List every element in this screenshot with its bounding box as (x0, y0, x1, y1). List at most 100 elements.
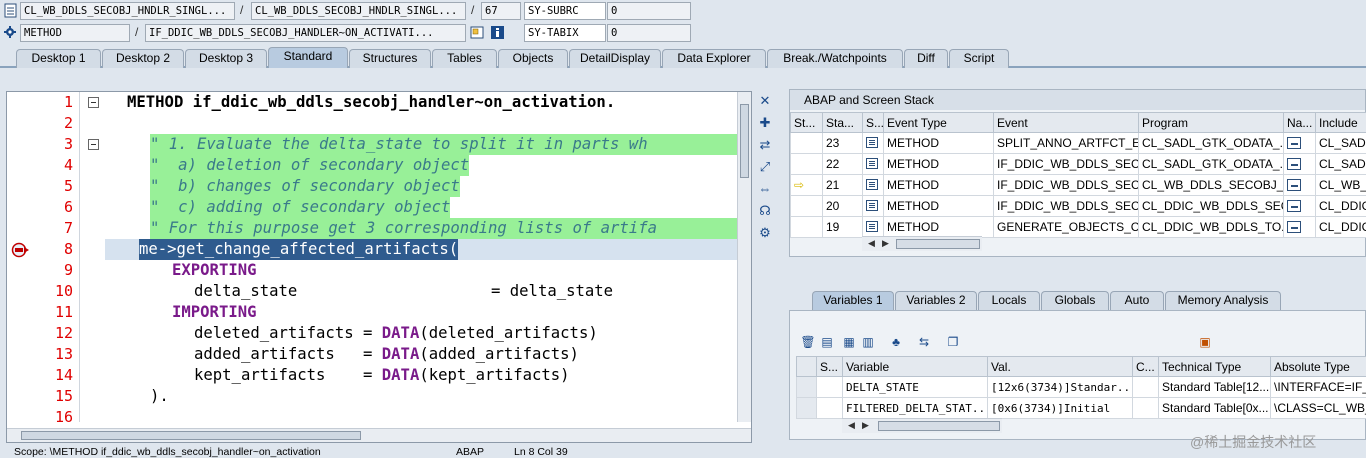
value-cell[interactable]: [0x6(3734)]Initial (987, 397, 1133, 419)
swap-icon[interactable]: ⇄ (757, 137, 773, 153)
tab-desktop-2[interactable]: Desktop 2 (102, 49, 184, 68)
row-selector[interactable] (796, 397, 817, 419)
tab-diff[interactable]: Diff (904, 49, 948, 68)
table-row[interactable]: 22 METHOD IF_DDIC_WB_DDLS_SEC... CL_SADL… (790, 153, 1366, 175)
column-header[interactable]: Event Type (883, 112, 994, 133)
scroll-left-icon[interactable]: ◀ (868, 238, 875, 249)
tab-detail-display[interactable]: DetailDisplay (569, 49, 661, 68)
nav-cell[interactable] (1283, 216, 1316, 238)
variable-name-cell[interactable]: FILTERED_DELTA_STAT... (842, 397, 988, 419)
scroll-thumb[interactable] (21, 431, 361, 440)
navigate-icon[interactable] (1287, 137, 1301, 149)
table-row[interactable]: ⇨ 21 METHOD IF_DDIC_WB_DDLS_SEC... CL_WB… (790, 174, 1366, 196)
table-row[interactable]: 19 METHOD GENERATE_OBJECTS_C... CL_DDIC_… (790, 216, 1366, 238)
breakpoint-icon[interactable] (11, 242, 31, 258)
column-header[interactable]: Technical Type (1158, 356, 1271, 377)
services-icon[interactable]: ⚙ (757, 225, 773, 241)
column-header[interactable]: St... (790, 112, 823, 133)
tab-objects[interactable]: Objects (498, 49, 568, 68)
navigate-icon[interactable] (1287, 200, 1301, 212)
fold-toggle[interactable] (88, 139, 99, 150)
table-row[interactable]: 20 METHOD IF_DDIC_WB_DDLS_SEC... CL_DDIC… (790, 195, 1366, 217)
display-icon[interactable] (470, 25, 485, 40)
value-cell[interactable]: [12x6(3734)]Standar... (987, 376, 1133, 398)
tab-memory-analysis[interactable]: Memory Analysis (1165, 291, 1281, 310)
column-header[interactable]: Sta... (822, 112, 863, 133)
column-header[interactable]: Include (1315, 112, 1366, 133)
stack-horizontal-scrollbar[interactable]: ◀ ▶ (862, 236, 982, 251)
detail-icon[interactable]: ▤ (819, 334, 835, 350)
navigate-icon[interactable] (1287, 158, 1301, 170)
source-code-editor[interactable]: 1 2 3 4 5 6 7 8 9 10 11 12 13 14 15 16 M… (6, 91, 752, 443)
editor-vertical-scrollbar[interactable] (737, 92, 751, 422)
scroll-thumb[interactable] (878, 421, 1000, 431)
info-icon[interactable] (490, 25, 505, 40)
line-field[interactable]: 67 (481, 2, 521, 20)
tab-variables-1[interactable]: Variables 1 (812, 291, 894, 310)
insert-icon[interactable]: ▦ (841, 334, 857, 350)
program-field[interactable]: CL_WB_DDLS_SECOBJ_HNDLR_SINGL... (20, 2, 235, 20)
var-value-field-1[interactable]: 0 (607, 2, 691, 20)
tab-auto[interactable]: Auto (1110, 291, 1164, 310)
column-header[interactable]: S... (862, 112, 884, 133)
column-header[interactable]: C... (1132, 356, 1159, 377)
scroll-right-icon[interactable]: ▶ (882, 238, 889, 249)
event-field[interactable]: IF_DDIC_WB_DDLS_SECOBJ_HANDLER~ON_ACTIVA… (145, 24, 466, 42)
column-header[interactable]: Absolute Type (1270, 356, 1366, 377)
maximize-icon[interactable]: ⤢ (757, 159, 773, 175)
nav-cell[interactable] (1283, 174, 1316, 196)
scroll-thumb[interactable] (740, 104, 749, 178)
event-type-field[interactable]: METHOD (20, 24, 130, 42)
copy-icon[interactable]: ❐ (945, 334, 961, 350)
tree-icon[interactable]: ♣ (888, 334, 904, 350)
tab-data-explorer[interactable]: Data Explorer (662, 49, 766, 68)
tab-globals[interactable]: Globals (1041, 291, 1109, 310)
tab-locals[interactable]: Locals (978, 291, 1040, 310)
var-name-field-1[interactable]: SY-SUBRC (524, 2, 606, 20)
column-header[interactable]: Variable (842, 356, 988, 377)
tab-standard[interactable]: Standard (268, 47, 348, 68)
table-row[interactable]: 23 METHOD SPLIT_ANNO_ARTFCT_E... CL_SADL… (790, 132, 1366, 154)
column-header[interactable]: Program (1138, 112, 1284, 133)
table-row[interactable]: DELTA_STATE [12x6(3734)]Standar... Stand… (796, 376, 1366, 398)
delete-icon[interactable]: 🗑 (800, 334, 816, 350)
resize-icon[interactable]: ⇔ (757, 181, 773, 197)
tab-variables-2[interactable]: Variables 2 (895, 291, 977, 310)
tab-desktop-3[interactable]: Desktop 3 (185, 49, 267, 68)
include-field[interactable]: CL_WB_DDLS_SECOBJ_HNDLR_SINGL... (251, 2, 466, 20)
parameter-value: (deleted_artifacts) (419, 324, 598, 342)
nav-cell[interactable] (1283, 195, 1316, 217)
remove-icon[interactable]: ▥ (860, 334, 876, 350)
variables-horizontal-scrollbar[interactable]: ◀ ▶ (842, 418, 1002, 433)
scroll-left-icon[interactable]: ◀ (848, 420, 855, 431)
scroll-thumb[interactable] (896, 239, 980, 249)
variable-name-cell[interactable]: DELTA_STATE (842, 376, 988, 398)
table-row[interactable]: FILTERED_DELTA_STAT... [0x6(3734)]Initia… (796, 397, 1366, 419)
fold-toggle[interactable] (88, 97, 99, 108)
tab-tables[interactable]: Tables (432, 49, 497, 68)
close-icon[interactable]: ✕ (757, 93, 773, 109)
navigate-icon[interactable] (1287, 179, 1301, 191)
editor-horizontal-scrollbar[interactable] (7, 428, 751, 442)
navigate-icon[interactable]: ⇆ (916, 334, 932, 350)
column-header[interactable]: Na... (1283, 112, 1316, 133)
save-icon[interactable]: ▣ (1197, 334, 1213, 350)
tab-script[interactable]: Script (949, 49, 1009, 68)
scroll-right-icon[interactable]: ▶ (862, 420, 869, 431)
tab-breakpoints[interactable]: Break./Watchpoints (767, 49, 903, 68)
nav-cell[interactable] (1283, 132, 1316, 154)
tab-structures[interactable]: Structures (349, 49, 431, 68)
var-value-field-2[interactable]: 0 (607, 24, 691, 42)
row-selector[interactable] (796, 376, 817, 398)
column-header[interactable]: Event (993, 112, 1139, 133)
navigate-icon[interactable] (1287, 221, 1301, 233)
var-name-field-2[interactable]: SY-TABIX (524, 24, 606, 42)
headset-icon[interactable]: ☊ (757, 203, 773, 219)
tab-desktop-1[interactable]: Desktop 1 (16, 49, 101, 68)
type-icon-cell (862, 174, 884, 196)
nav-cell[interactable] (1283, 153, 1316, 175)
column-header (796, 356, 817, 377)
new-tool-icon[interactable]: ✚ (757, 115, 773, 131)
column-header[interactable]: Val. (987, 356, 1133, 377)
column-header[interactable]: S... (816, 356, 843, 377)
